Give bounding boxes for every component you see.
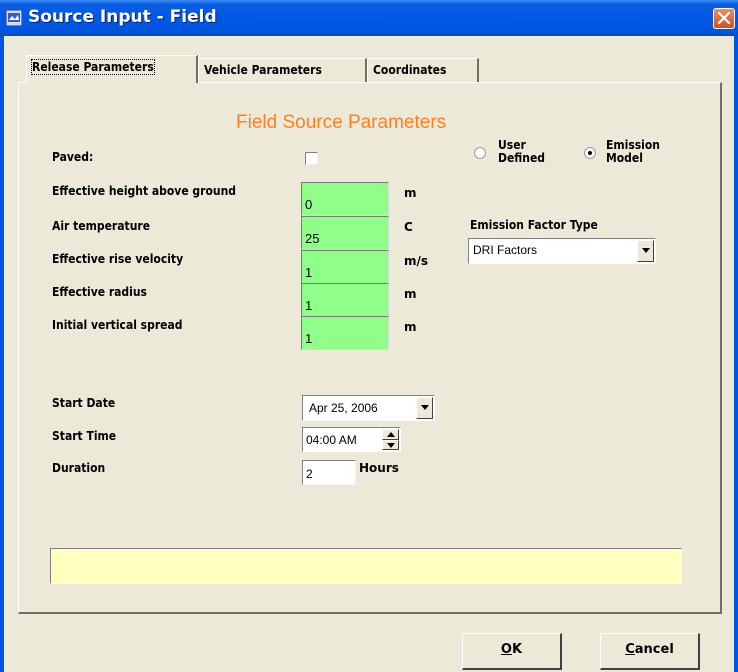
tab-label: Vehicle Parameters <box>204 63 322 77</box>
ok-button-label: K <box>511 642 523 657</box>
start-time-spin-down[interactable] <box>382 440 399 450</box>
tab-release-parameters[interactable]: Release Parameters <box>26 55 198 83</box>
air-temperature-unit: C <box>404 220 413 234</box>
chevron-down-icon <box>642 248 650 253</box>
close-button[interactable] <box>713 8 735 29</box>
window-frame-left <box>0 36 4 672</box>
start-time-spinner[interactable]: 04:00 AM <box>302 427 401 452</box>
start-date-dropdown-button[interactable] <box>416 397 433 419</box>
rise-velocity-value: 1 <box>305 265 313 280</box>
start-date-picker[interactable]: Apr 25, 2006 <box>302 395 435 421</box>
effective-height-label: Effective height above ground <box>52 184 236 198</box>
cancel-button-mnemonic: C <box>625 642 635 657</box>
rise-velocity-label: Effective rise velocity <box>52 252 184 266</box>
duration-input[interactable]: 2 <box>302 460 356 485</box>
tab-label: Release Parameters <box>31 59 155 75</box>
effective-radius-input[interactable]: 1 <box>301 283 389 317</box>
rise-velocity-unit: m/s <box>404 254 429 268</box>
title-bar[interactable]: Source Input - Field <box>0 0 738 36</box>
air-temperature-label: Air temperature <box>52 219 151 233</box>
tab-label: Coordinates <box>373 63 447 77</box>
emission-factor-label: Emission Factor Type <box>470 218 598 232</box>
start-time-spin-up[interactable] <box>382 429 399 440</box>
emission-factor-dropdown-button[interactable] <box>637 240 654 262</box>
vertical-spread-unit: m <box>404 320 417 334</box>
duration-value: 2 <box>306 467 313 481</box>
effective-height-value: 0 <box>305 197 313 212</box>
duration-unit: Hours <box>359 461 399 475</box>
effective-height-unit: m <box>404 186 417 200</box>
effective-radius-value: 1 <box>305 298 313 313</box>
air-temperature-value: 25 <box>305 231 320 246</box>
cancel-button[interactable]: Cancel <box>600 633 700 670</box>
vertical-spread-input[interactable]: 1 <box>301 316 389 350</box>
emission-model-label: Emission Model <box>606 139 660 165</box>
rise-velocity-input[interactable]: 1 <box>301 250 389 284</box>
status-message-bar <box>50 548 682 584</box>
window-title: Source Input - Field <box>28 7 217 27</box>
air-temperature-input[interactable]: 25 <box>301 216 389 250</box>
spin-up-icon <box>387 432 395 437</box>
start-date-value: Apr 25, 2006 <box>309 401 378 415</box>
start-date-label: Start Date <box>52 396 116 410</box>
duration-label: Duration <box>52 461 106 475</box>
spin-down-icon <box>387 443 395 448</box>
vertical-spread-label: Initial vertical spread <box>52 318 183 332</box>
effective-radius-unit: m <box>404 287 417 301</box>
vertical-spread-value: 1 <box>305 331 313 346</box>
tab-vehicle-parameters[interactable]: Vehicle Parameters <box>198 58 367 82</box>
emission-model-label-line2: Model <box>606 151 643 165</box>
user-defined-label: User Defined <box>498 139 545 165</box>
close-icon <box>717 12 731 25</box>
ok-button-mnemonic: O <box>500 642 512 657</box>
ok-button[interactable]: OK <box>462 633 562 670</box>
start-time-value: 04:00 AM <box>306 433 357 447</box>
effective-radius-label: Effective radius <box>52 285 147 299</box>
radio-selected-dot <box>588 151 592 155</box>
paved-label: Paved: <box>52 150 94 164</box>
section-title: Field Source Parameters <box>236 112 447 133</box>
start-time-label: Start Time <box>52 429 117 443</box>
paved-checkbox[interactable] <box>305 152 318 165</box>
user-defined-label-line2: Defined <box>498 151 546 165</box>
effective-height-input[interactable]: 0 <box>301 182 389 216</box>
chevron-down-icon <box>421 405 429 410</box>
emission-factor-value: DRI Factors <box>473 243 538 257</box>
emission-model-radio[interactable] <box>584 147 596 159</box>
app-icon <box>6 10 22 26</box>
tab-coordinates[interactable]: Coordinates <box>367 58 479 82</box>
cancel-button-label: ancel <box>634 642 674 657</box>
user-defined-radio[interactable] <box>474 147 486 159</box>
window-frame-right <box>734 36 738 672</box>
emission-factor-select[interactable]: DRI Factors <box>468 238 656 264</box>
